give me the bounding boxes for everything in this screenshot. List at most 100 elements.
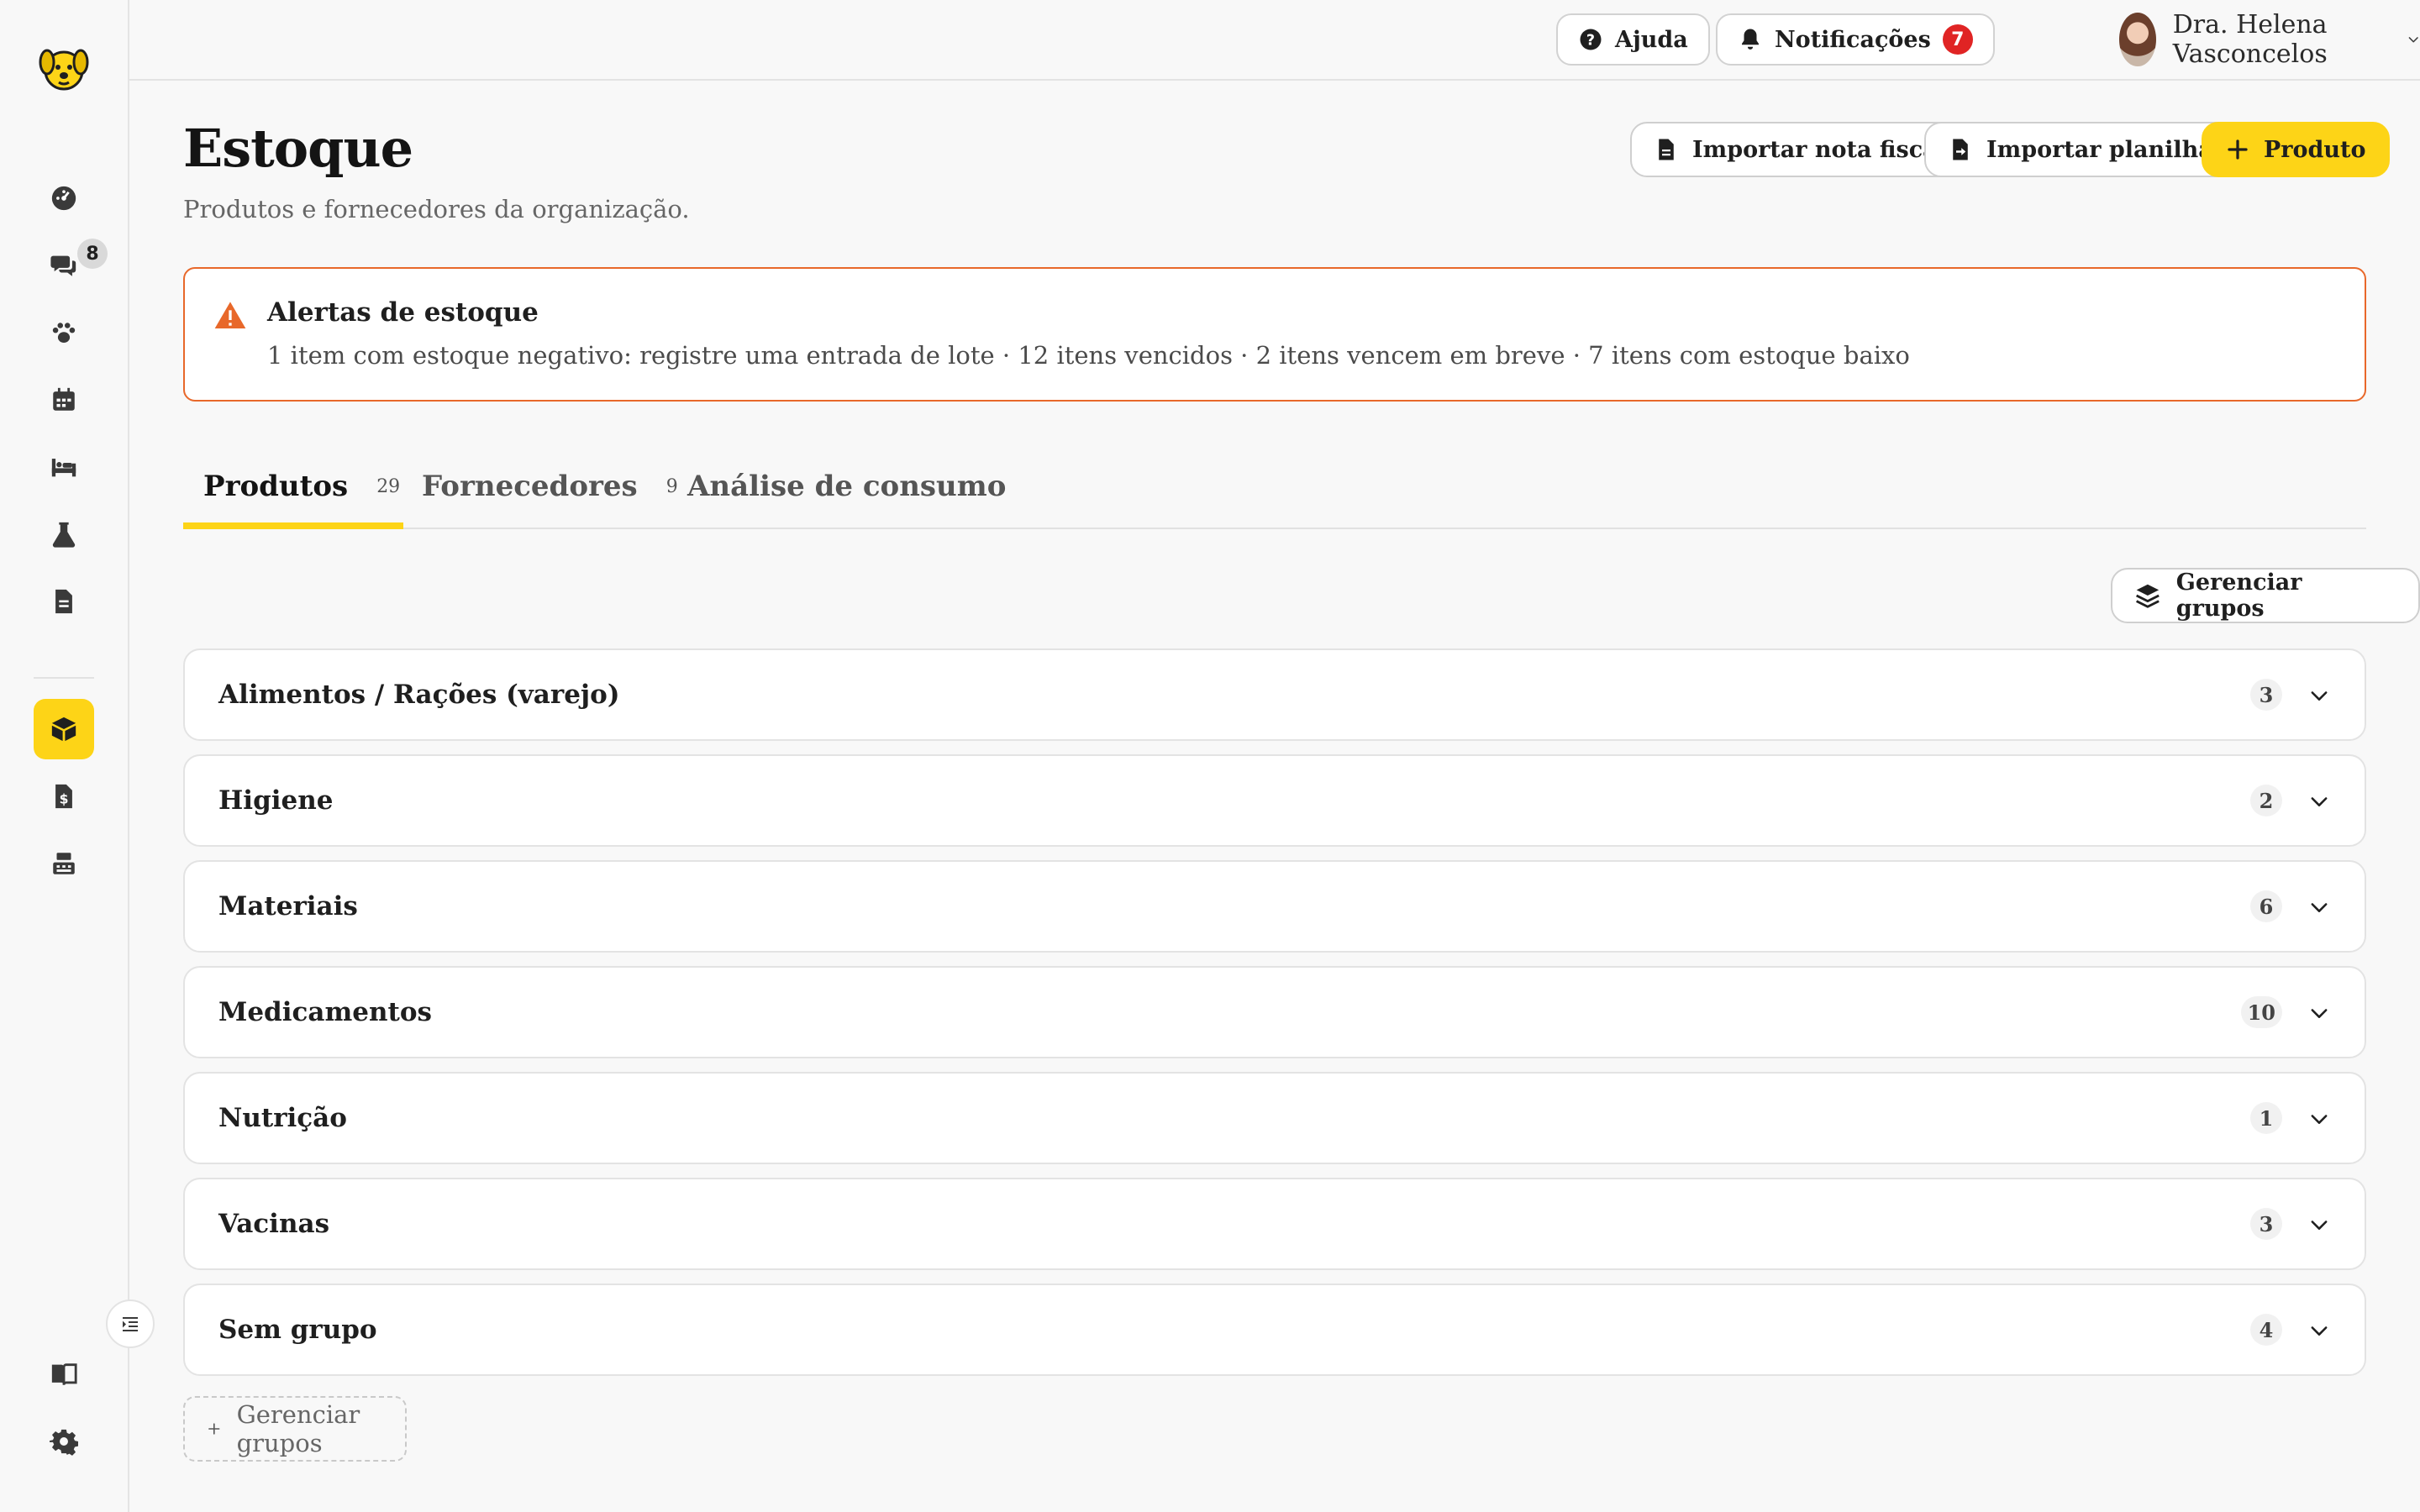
help-icon: ? bbox=[1580, 29, 1602, 50]
tab-label: Produtos bbox=[203, 470, 349, 503]
tab-products[interactable]: Produtos 29 bbox=[183, 445, 403, 529]
file-import-icon bbox=[1953, 139, 1968, 160]
document-icon bbox=[55, 589, 72, 614]
group-name: Vacinas bbox=[218, 1209, 330, 1239]
file-icon bbox=[1659, 139, 1674, 160]
chevron-down-icon[interactable] bbox=[2307, 1213, 2331, 1236]
sidebar-item-dashboard[interactable] bbox=[34, 168, 94, 228]
invoice-icon: $ bbox=[55, 784, 72, 809]
tab-count: 29 bbox=[376, 475, 401, 497]
group-row[interactable]: Alimentos / Rações (varejo) 3 bbox=[183, 648, 2366, 741]
tab-consumption-analysis[interactable]: Análise de consumo bbox=[687, 445, 1006, 528]
group-row[interactable]: Medicamentos 10 bbox=[183, 966, 2366, 1058]
add-product-label: Produto bbox=[2264, 136, 2366, 163]
calendar-icon bbox=[53, 387, 75, 411]
group-name: Materiais bbox=[218, 891, 358, 921]
paw-icon bbox=[52, 323, 76, 344]
stock-alert: Alertas de estoque 1 item com estoque ne… bbox=[183, 267, 2366, 402]
bell-icon bbox=[1742, 29, 1759, 50]
notifications-label: Notificações bbox=[1775, 26, 1931, 53]
sidebar-item-inventory[interactable] bbox=[34, 699, 94, 759]
manage-groups-label: Gerenciar grupos bbox=[2175, 570, 2302, 622]
group-row[interactable]: Sem grupo 4 bbox=[183, 1284, 2366, 1376]
notifications-button[interactable]: Notificações 7 bbox=[1716, 13, 1995, 66]
tab-suppliers[interactable]: Fornecedores 9 bbox=[422, 445, 678, 528]
import-spreadsheet-label: Importar planilha bbox=[1986, 136, 2213, 163]
group-name: Higiene bbox=[218, 785, 334, 816]
group-count-badge: 6 bbox=[2250, 890, 2282, 922]
group-name: Nutrição bbox=[218, 1103, 347, 1133]
sidebar-item-patients[interactable] bbox=[34, 302, 94, 363]
import-invoice-label: Importar nota fiscal bbox=[1692, 136, 1946, 163]
group-row[interactable]: Nutrição 1 bbox=[183, 1072, 2366, 1164]
tab-bar: Produtos 29 Fornecedores 9 Análise de co… bbox=[183, 445, 2366, 529]
chat-icon bbox=[50, 255, 76, 276]
notifications-count-badge: 7 bbox=[1942, 24, 1973, 55]
sidebar-item-hospitalization[interactable] bbox=[34, 437, 94, 497]
sidebar-item-settings[interactable] bbox=[34, 1411, 94, 1472]
chat-unread-badge: 8 bbox=[77, 239, 108, 269]
group-name: Sem grupo bbox=[218, 1315, 377, 1345]
help-label: Ajuda bbox=[1615, 26, 1688, 53]
flask-icon bbox=[52, 522, 76, 548]
group-count-badge: 4 bbox=[2250, 1314, 2282, 1346]
chevron-down-icon[interactable] bbox=[2307, 684, 2331, 707]
bed-icon bbox=[51, 459, 76, 477]
sidebar-item-pos[interactable] bbox=[34, 833, 94, 894]
chevron-down-icon bbox=[2408, 37, 2418, 43]
layers-icon bbox=[2135, 584, 2160, 608]
alert-text: 1 item com estoque negativo: registre um… bbox=[267, 341, 1910, 370]
warning-icon bbox=[214, 302, 246, 328]
sidebar-collapse-button[interactable] bbox=[106, 1299, 155, 1348]
group-count-badge: 1 bbox=[2250, 1102, 2282, 1134]
manage-groups-bottom-button[interactable]: Gerenciar grupos bbox=[183, 1396, 407, 1462]
svg-text:$: $ bbox=[60, 792, 69, 807]
sidebar-item-documents[interactable] bbox=[34, 571, 94, 632]
user-menu[interactable]: Dra. Helena Vasconcelos bbox=[2119, 10, 2420, 69]
page-subtitle: Produtos e fornecedores da organização. bbox=[183, 195, 690, 223]
import-invoice-button[interactable]: Importar nota fiscal bbox=[1630, 122, 1970, 177]
chevron-down-icon[interactable] bbox=[2307, 1107, 2331, 1131]
chevron-down-icon[interactable] bbox=[2307, 1319, 2331, 1342]
box-icon bbox=[51, 717, 76, 742]
sidebar-item-guide[interactable] bbox=[34, 1344, 94, 1404]
help-button[interactable]: ? Ajuda bbox=[1556, 13, 1710, 66]
gear-icon bbox=[50, 1429, 78, 1456]
group-row[interactable]: Higiene 2 bbox=[183, 754, 2366, 847]
book-icon bbox=[51, 1363, 77, 1386]
indent-icon bbox=[123, 1317, 138, 1331]
group-row[interactable]: Vacinas 3 bbox=[183, 1178, 2366, 1270]
sidebar-item-calendar[interactable] bbox=[34, 370, 94, 430]
group-count-badge: 3 bbox=[2250, 1208, 2282, 1240]
import-spreadsheet-button[interactable]: Importar planilha bbox=[1924, 122, 2237, 177]
tab-count: 9 bbox=[666, 475, 678, 497]
manage-groups-bottom-label: Gerenciar grupos bbox=[236, 1400, 360, 1457]
sidebar-divider bbox=[34, 677, 94, 679]
group-name: Medicamentos bbox=[218, 997, 432, 1027]
top-bar: ? Ajuda Notificações 7 Dra. Helena Vasco… bbox=[129, 0, 2420, 81]
svg-text:?: ? bbox=[1586, 32, 1595, 49]
group-count-badge: 2 bbox=[2250, 785, 2282, 816]
group-row[interactable]: Materiais 6 bbox=[183, 860, 2366, 953]
group-count-badge: 10 bbox=[2240, 996, 2282, 1028]
manage-groups-button[interactable]: Gerenciar grupos bbox=[2111, 568, 2420, 623]
chevron-down-icon[interactable] bbox=[2307, 895, 2331, 919]
sidebar-item-lab[interactable] bbox=[34, 504, 94, 564]
sidebar: 8 $ bbox=[0, 0, 155, 1512]
plus-icon bbox=[208, 1423, 220, 1435]
chevron-down-icon[interactable] bbox=[2307, 790, 2331, 813]
dog-logo-icon[interactable] bbox=[37, 37, 91, 97]
user-name: Dra. Helena Vasconcelos bbox=[2172, 10, 2328, 69]
page-title: Estoque bbox=[183, 118, 413, 179]
alert-title: Alertas de estoque bbox=[267, 297, 539, 328]
avatar bbox=[2119, 13, 2156, 66]
sidebar-item-billing[interactable]: $ bbox=[34, 766, 94, 827]
tab-label: Fornecedores bbox=[422, 470, 638, 503]
tab-label: Análise de consumo bbox=[687, 470, 1007, 503]
chevron-down-icon[interactable] bbox=[2307, 1001, 2331, 1025]
group-count-badge: 3 bbox=[2250, 679, 2282, 711]
cash-register-icon bbox=[53, 853, 75, 874]
plus-icon bbox=[2228, 139, 2248, 160]
add-product-button[interactable]: Produto bbox=[2202, 122, 2390, 177]
dashboard-icon bbox=[51, 186, 76, 211]
